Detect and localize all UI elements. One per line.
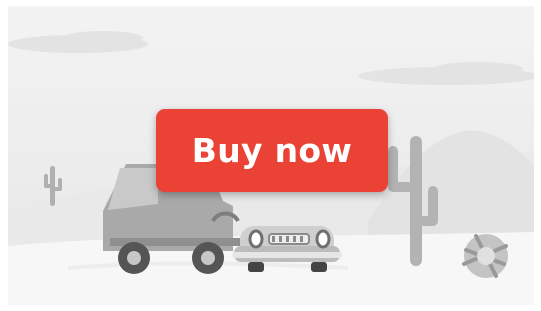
desert-shrub — [462, 234, 508, 278]
buy-now-button[interactable]: Buy now — [156, 109, 388, 192]
ad-frame: Buy now — [0, 0, 541, 311]
